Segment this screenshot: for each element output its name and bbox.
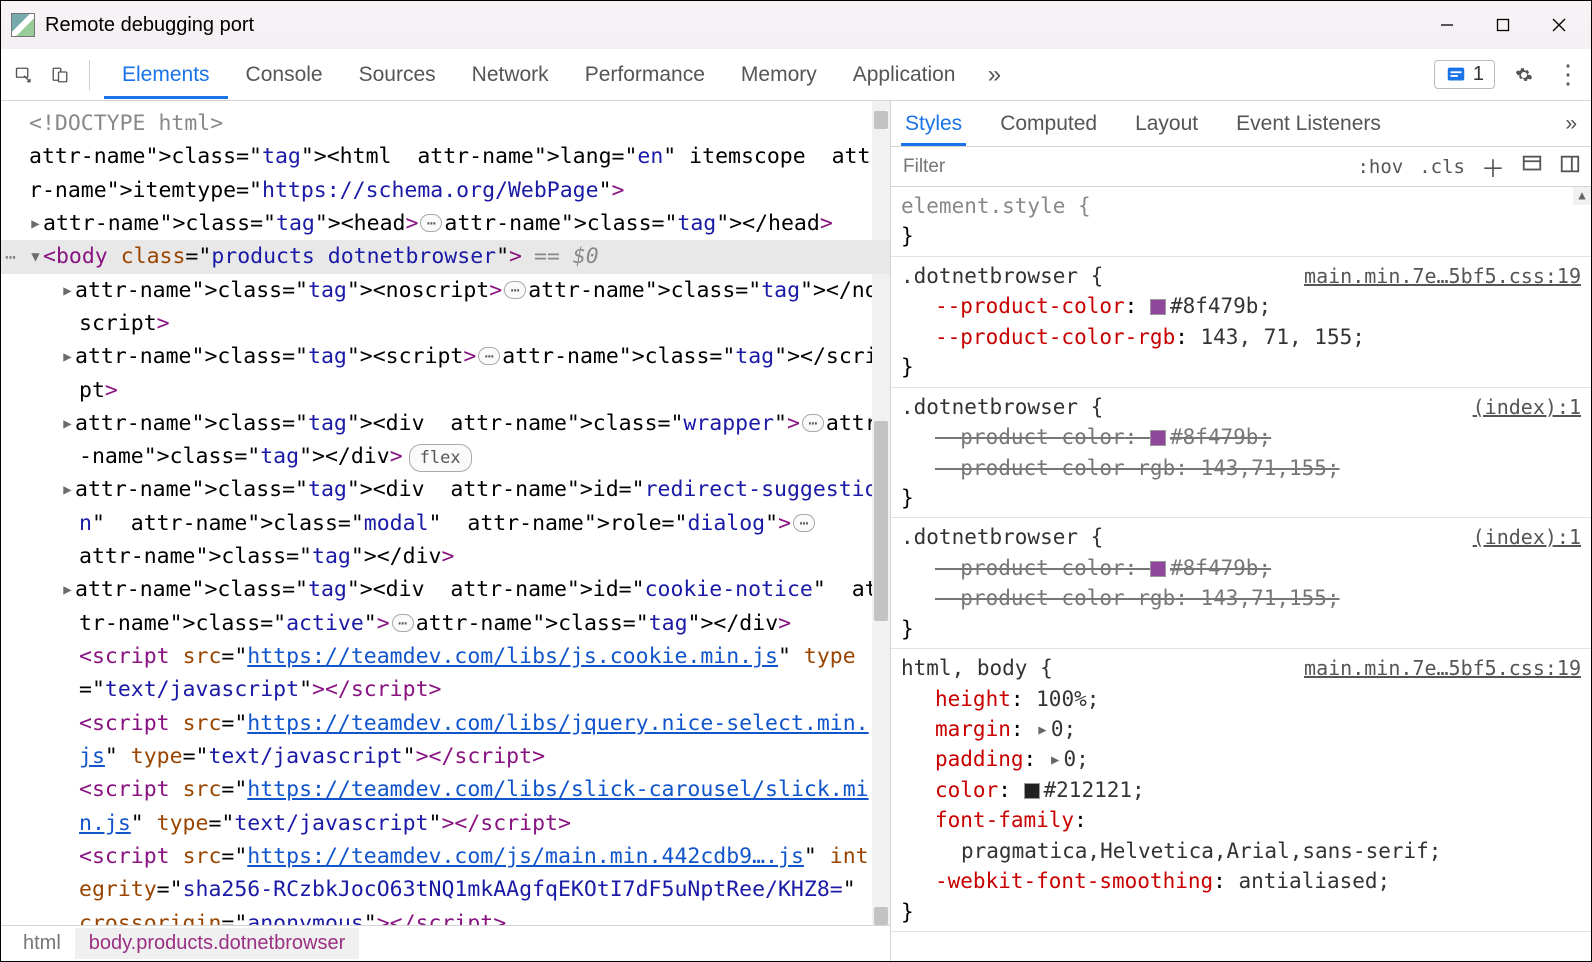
gear-icon[interactable] <box>1509 60 1539 90</box>
scroll-up-icon[interactable]: ▲ <box>1573 187 1591 205</box>
toggle-sidebar-icon[interactable] <box>1559 153 1581 180</box>
styles-pane: Styles Computed Layout Event Listeners » :ho… <box>891 101 1591 961</box>
dom-line[interactable]: ▸attr-name">class="tag"><div attr-name">… <box>1 473 890 540</box>
elements-pane: <!DOCTYPE html>attr-name">class="tag"><h… <box>1 101 891 961</box>
styles-tab-computed[interactable]: Computed <box>996 102 1101 146</box>
dom-line[interactable]: ▸attr-name">class="tag"><head>⋯attr-name… <box>1 207 890 240</box>
dom-line[interactable]: attr-name">class="tag"><html attr-name">… <box>1 140 890 207</box>
breadcrumb: htmlbody.products.dotnetbrowser <box>1 925 890 961</box>
tab-elements[interactable]: Elements <box>104 51 228 99</box>
scrollbar[interactable] <box>872 101 890 925</box>
close-button[interactable] <box>1531 5 1587 45</box>
minimize-button[interactable] <box>1419 5 1475 45</box>
device-toggle-icon[interactable] <box>45 60 75 90</box>
tab-network[interactable]: Network <box>454 51 567 99</box>
dom-line[interactable]: <script src="https://teamdev.com/libs/js… <box>1 640 890 707</box>
styles-filter-input[interactable] <box>901 152 1151 182</box>
window-title: Remote debugging port <box>45 14 254 37</box>
kebab-icon[interactable]: ⋮ <box>1553 60 1583 90</box>
dom-line[interactable]: ▸attr-name">class="tag"><div attr-name">… <box>1 573 890 640</box>
styles-toolbar: :hov .cls ＋ <box>891 147 1591 187</box>
style-rule[interactable]: .dotnetbrowser {(index):1--product-color… <box>891 518 1591 649</box>
dom-line[interactable]: ▸attr-name">class="tag"><script>⋯attr-na… <box>1 340 890 407</box>
style-rule[interactable]: html, body {main.min.7e…5bf5.css:19heigh… <box>891 649 1591 932</box>
tab-console[interactable]: Console <box>228 51 341 99</box>
app-icon <box>11 13 35 37</box>
devtools-toolbar: ElementsConsoleSourcesNetworkPerformance… <box>1 49 1591 101</box>
tab-sources[interactable]: Sources <box>341 51 454 99</box>
breadcrumb-item[interactable]: html <box>9 928 75 959</box>
dom-line[interactable]: <!DOCTYPE html> <box>1 107 890 140</box>
style-rule[interactable]: element.style {} <box>891 187 1591 257</box>
dom-line[interactable]: <script src="https://teamdev.com/libs/jq… <box>1 707 890 774</box>
dom-line[interactable]: ▸attr-name">class="tag"><div attr-name">… <box>1 407 890 474</box>
computed-icon[interactable] <box>1521 153 1543 180</box>
styles-rules[interactable]: ▲ element.style {}.dotnetbrowser {main.m… <box>891 187 1591 961</box>
dom-line[interactable]: ▾<body class="products dotnetbrowser">==… <box>1 240 890 273</box>
styles-tab-layout[interactable]: Layout <box>1131 102 1202 146</box>
tab-performance[interactable]: Performance <box>567 51 723 99</box>
style-rule[interactable]: .dotnetbrowser {main.min.7e…5bf5.css:19-… <box>891 257 1591 388</box>
styles-tab-event-listeners[interactable]: Event Listeners <box>1232 102 1385 146</box>
style-rule[interactable]: .dotnetbrowser {(index):1--product-color… <box>891 388 1591 519</box>
hov-toggle[interactable]: :hov <box>1357 156 1403 178</box>
tab-application[interactable]: Application <box>835 51 974 99</box>
inspect-icon[interactable] <box>9 60 39 90</box>
issues-badge[interactable]: 1 <box>1434 60 1495 89</box>
breadcrumb-item[interactable]: body.products.dotnetbrowser <box>75 928 359 959</box>
issues-count: 1 <box>1473 63 1484 86</box>
styles-overflow-icon[interactable]: » <box>1561 102 1581 146</box>
tab-memory[interactable]: Memory <box>723 51 835 99</box>
new-rule-icon[interactable]: ＋ <box>1481 149 1505 184</box>
dom-line[interactable]: attr-name">class="tag"></div> <box>1 540 890 573</box>
separator <box>89 60 90 90</box>
cls-toggle[interactable]: .cls <box>1419 156 1465 178</box>
dom-line[interactable]: <script src="https://teamdev.com/libs/sl… <box>1 773 890 840</box>
dom-line[interactable]: ▸attr-name">class="tag"><noscript>⋯attr-… <box>1 274 890 341</box>
styles-tab-styles[interactable]: Styles <box>901 102 966 146</box>
dom-tree[interactable]: <!DOCTYPE html>attr-name">class="tag"><h… <box>1 101 890 925</box>
main-split: <!DOCTYPE html>attr-name">class="tag"><h… <box>1 101 1591 961</box>
maximize-button[interactable] <box>1475 5 1531 45</box>
dom-line[interactable]: <script src="https://teamdev.com/js/main… <box>1 840 890 925</box>
window-titlebar: Remote debugging port <box>1 1 1591 49</box>
styles-tabs: Styles Computed Layout Event Listeners » <box>891 101 1591 147</box>
overflow-tabs-icon[interactable]: » <box>979 60 1009 90</box>
